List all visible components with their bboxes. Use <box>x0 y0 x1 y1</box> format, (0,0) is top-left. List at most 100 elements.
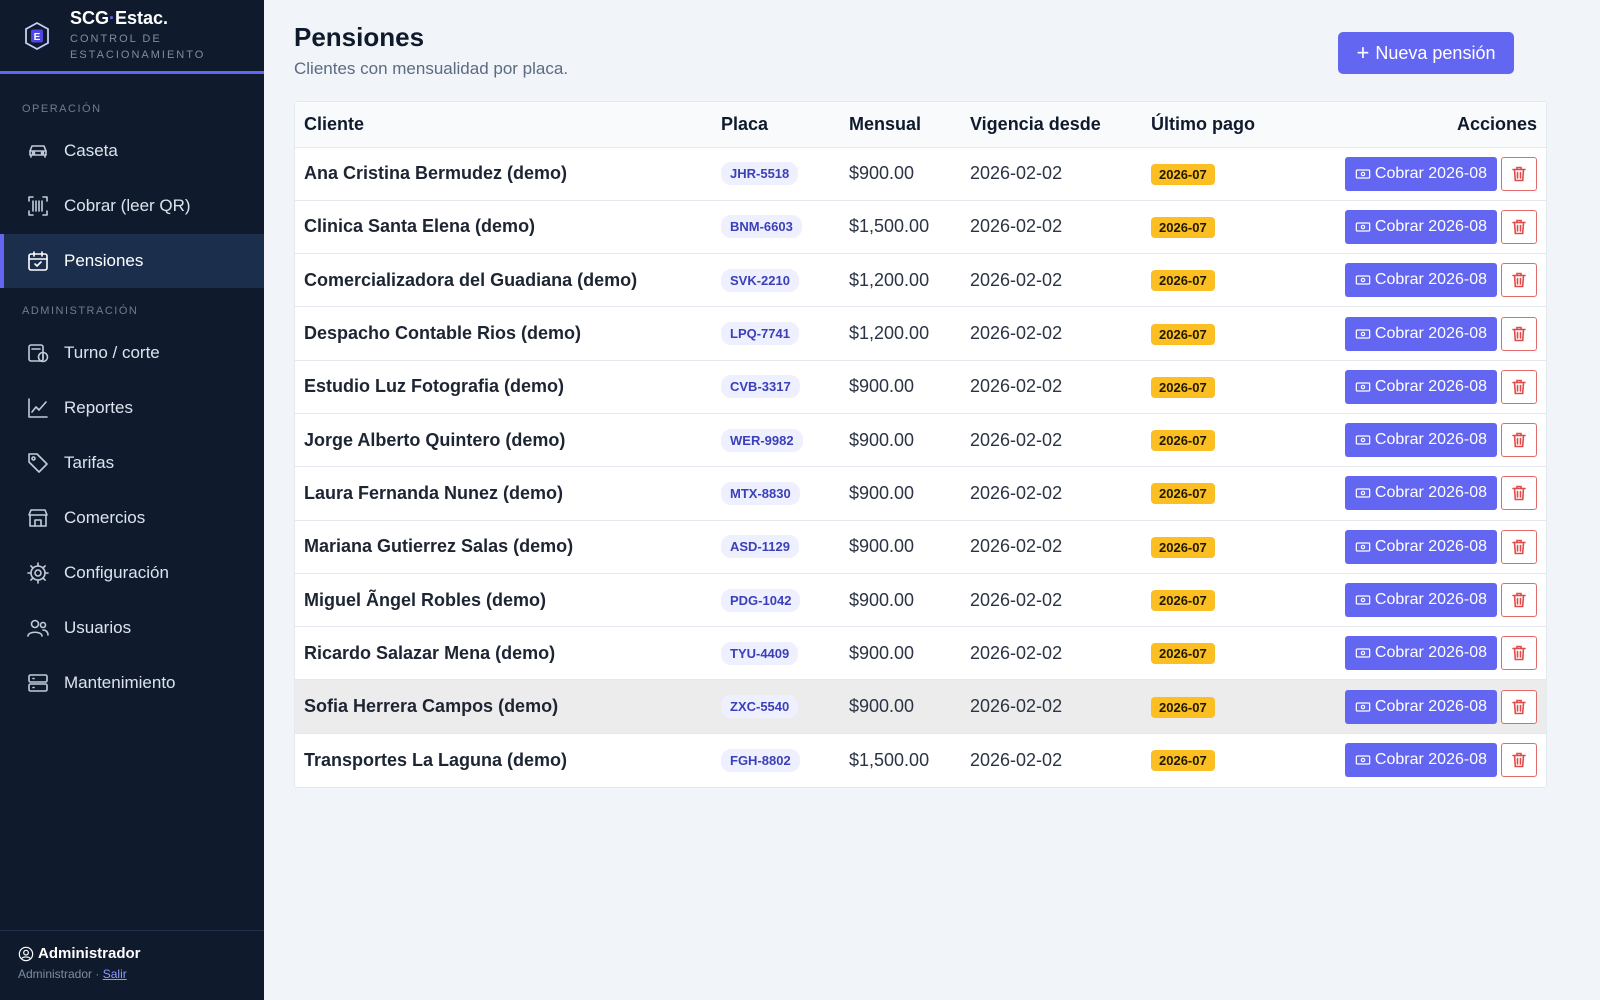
sidebar-item-cobrar[interactable]: Cobrar (leer QR) <box>0 179 264 233</box>
table-row: Ricardo Salazar Mena (demo) TYU-4409 $900.… <box>295 627 1546 680</box>
delete-button[interactable] <box>1501 263 1537 298</box>
cell-vigencia: 2026-02-02 <box>970 163 1063 184</box>
table-row: Comercializadora del Guadiana (demo) SVK-… <box>295 254 1546 307</box>
cell-vigencia: 2026-02-02 <box>970 269 1063 290</box>
trash-icon <box>1512 699 1526 714</box>
sidebar-item-pensiones[interactable]: Pensiones <box>0 234 264 288</box>
cell-cliente: Ricardo Salazar Mena (demo) <box>304 642 556 663</box>
cell-mensual: $1,200.00 <box>849 269 930 290</box>
charge-button[interactable]: Cobrar 2026-08 <box>1344 369 1497 404</box>
sidebar-item-label: Reportes <box>64 398 133 417</box>
cash-icon <box>1355 328 1371 339</box>
sidebar-item-label: Mantenimiento <box>64 673 176 692</box>
sidebar-item-turno-corte[interactable]: Turno / corte <box>0 326 264 380</box>
last-payment-badge: 2026-07 <box>1151 696 1215 718</box>
sidebar: E SCG·Estac. CONTROL DE ESTACIONAMIENTO O… <box>0 0 264 1000</box>
charge-button-label: Cobrar 2026-08 <box>1374 644 1487 662</box>
sidebar-item-mantenimiento[interactable]: Mantenimiento <box>0 656 264 710</box>
cell-mensual: $1,200.00 <box>849 323 930 344</box>
charge-button-label: Cobrar 2026-08 <box>1374 271 1487 289</box>
brand-subtitle: CONTROL DE ESTACIONAMIENTO <box>70 33 206 61</box>
table-row: Clinica Santa Elena (demo) BNM-6603 $1,500… <box>295 200 1546 254</box>
delete-button[interactable] <box>1501 156 1537 191</box>
sidebar-item-usuarios[interactable]: Usuarios <box>0 601 264 655</box>
table-row: Miguel Ãngel Robles (demo) PDG-1042 $900.0… <box>295 573 1546 627</box>
cash-icon <box>1355 435 1371 445</box>
cell-cliente: Mariana Gutierrez Salas (demo) <box>304 536 574 557</box>
charge-button[interactable]: Cobrar 2026-08 <box>1344 316 1497 351</box>
cell-ultimo-pago: 2026-07 <box>1142 627 1292 680</box>
charge-button[interactable]: Cobrar 2026-08 <box>1344 209 1497 244</box>
new-pension-label: Nueva pensión <box>1375 42 1496 63</box>
trash-icon <box>1512 379 1526 395</box>
sidebar-item-configuracion[interactable]: Configuración <box>0 546 264 600</box>
main-content: Pensiones Clientes con mensualidad por p… <box>264 0 1600 1000</box>
delete-button[interactable] <box>1501 316 1537 351</box>
table-row: Sofia Herrera Campos (demo) ZXC-5540 $900.… <box>295 679 1546 734</box>
cell-vigencia: 2026-02-02 <box>970 482 1063 503</box>
cell-mensual: $1,500.00 <box>849 216 930 237</box>
charge-button-label: Cobrar 2026-08 <box>1374 751 1487 769</box>
sidebar-item-label: Pensiones <box>64 251 144 270</box>
delete-button[interactable] <box>1501 583 1537 618</box>
delete-button[interactable] <box>1501 636 1537 671</box>
plate-badge: ASD-1129 <box>721 535 799 559</box>
sidebar-item-reportes[interactable]: Reportes <box>0 381 264 435</box>
plate-badge: WER-9982 <box>721 428 803 452</box>
charge-button[interactable]: Cobrar 2026-08 <box>1344 529 1497 564</box>
cell-ultimo-pago: 2026-07 <box>1142 733 1292 786</box>
cash-icon <box>1355 542 1371 552</box>
new-pension-button[interactable]: + Nueva pensión <box>1338 32 1514 74</box>
sidebar-item-caseta[interactable]: Caseta <box>0 124 264 178</box>
table-row: Estudio Luz Fotografia (demo) CVB-3317 $90… <box>295 360 1546 414</box>
table-header-row: Cliente Placa Mensual Vigencia desde Últ… <box>295 102 1546 148</box>
charge-button-label: Cobrar 2026-08 <box>1374 591 1487 609</box>
trash-icon <box>1512 752 1526 768</box>
sidebar-item-label: Comercios <box>64 508 146 527</box>
cell-mensual: $900.00 <box>849 589 915 610</box>
cell-acciones: Cobrar 2026-08 <box>1292 360 1546 413</box>
charge-button[interactable]: Cobrar 2026-08 <box>1344 636 1497 671</box>
brand-logo-icon: E <box>25 21 49 50</box>
logout-link[interactable]: Salir <box>103 967 127 981</box>
cell-placa: LPQ-7741 <box>712 307 840 360</box>
charge-button[interactable]: Cobrar 2026-08 <box>1344 476 1497 511</box>
cell-cliente: Ana Cristina Bermudez (demo) <box>304 163 568 184</box>
cash-icon <box>1355 648 1371 658</box>
table-row: Despacho Contable Rios (demo) LPQ-7741 $1,… <box>295 307 1546 361</box>
charge-button-label: Cobrar 2026-08 <box>1374 697 1487 715</box>
delete-button[interactable] <box>1501 369 1537 404</box>
trash-icon <box>1512 326 1526 341</box>
delete-button[interactable] <box>1501 743 1537 778</box>
user-role-line: Administrador · Salir <box>18 967 127 981</box>
cell-cliente: Laura Fernanda Nunez (demo) <box>304 482 564 503</box>
charge-button[interactable]: Cobrar 2026-08 <box>1344 423 1497 458</box>
sidebar-item-comercios[interactable]: Comercios <box>0 491 264 545</box>
cell-acciones: Cobrar 2026-08 <box>1292 307 1546 360</box>
last-payment-badge: 2026-07 <box>1151 750 1215 772</box>
plate-badge: ZXC-5540 <box>721 695 799 719</box>
cell-placa: FGH-8802 <box>712 733 840 786</box>
charge-button[interactable]: Cobrar 2026-08 <box>1344 743 1497 778</box>
charge-button-label: Cobrar 2026-08 <box>1374 484 1487 502</box>
cell-placa: WER-9982 <box>712 413 840 466</box>
charge-button[interactable]: Cobrar 2026-08 <box>1344 263 1497 298</box>
charge-button[interactable]: Cobrar 2026-08 <box>1344 156 1497 191</box>
charge-button[interactable]: Cobrar 2026-08 <box>1344 689 1497 724</box>
column-header-placa: Placa <box>712 102 840 148</box>
delete-button[interactable] <box>1501 209 1537 244</box>
delete-button[interactable] <box>1501 689 1537 724</box>
trash-icon <box>1512 219 1526 235</box>
charge-button[interactable]: Cobrar 2026-08 <box>1344 583 1497 618</box>
last-payment-badge: 2026-07 <box>1151 163 1215 185</box>
cell-vigencia: 2026-02-02 <box>970 216 1063 237</box>
cell-placa: JHR-5518 <box>712 147 840 200</box>
plate-badge: SVK-2210 <box>721 268 799 292</box>
cell-placa: MTX-8830 <box>712 467 840 520</box>
delete-button[interactable] <box>1501 476 1537 511</box>
cell-ultimo-pago: 2026-07 <box>1142 520 1292 573</box>
cell-mensual: $900.00 <box>849 482 915 503</box>
delete-button[interactable] <box>1501 423 1537 458</box>
sidebar-item-tarifas[interactable]: Tarifas <box>0 436 264 490</box>
delete-button[interactable] <box>1501 529 1537 564</box>
